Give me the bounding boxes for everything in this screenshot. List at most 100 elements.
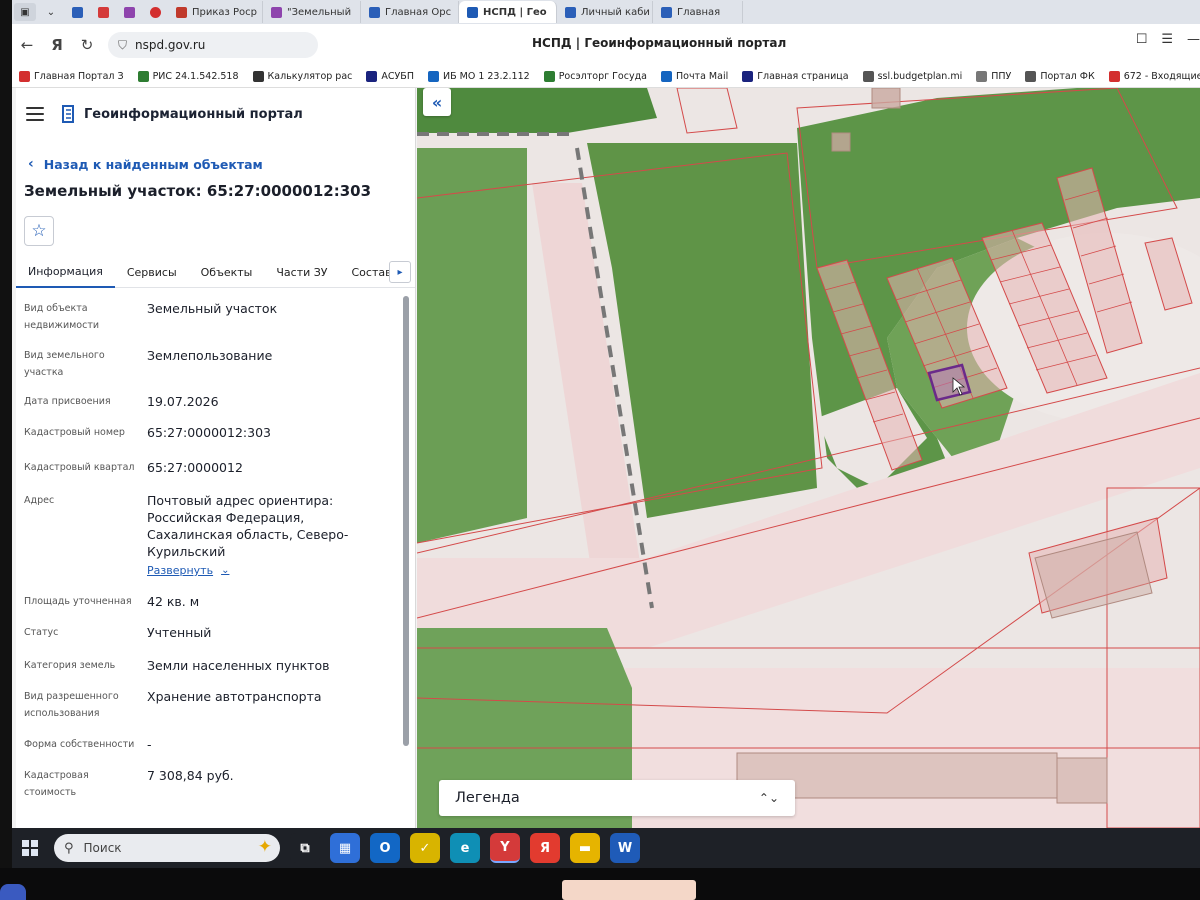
tasks-icon[interactable]: ✓ — [410, 833, 440, 863]
browser-tab[interactable]: Главная Орс — [361, 1, 459, 23]
search-icon: ⚲ — [64, 840, 74, 856]
hamburger-menu-icon[interactable] — [26, 107, 44, 121]
word-icon[interactable]: W — [610, 833, 640, 863]
bookmark-item[interactable]: РИС 24.1.542.518 — [131, 71, 246, 82]
bookmark-item[interactable]: ИБ МО 1 23.2.112 — [421, 71, 537, 82]
back-to-results-link[interactable]: ‹ Назад к найденным объектам — [28, 156, 415, 172]
bookmark-item[interactable]: Росэлторг Госуда — [537, 71, 654, 82]
tab-label: Главная Орс — [385, 6, 452, 18]
bookmark-label: 672 - Входящие — [1123, 71, 1200, 82]
reload-icon[interactable]: ↻ — [72, 30, 102, 60]
portal-header: Геоинформационный портал — [16, 88, 415, 140]
bookmark-item[interactable]: Главная Портал З — [12, 71, 131, 82]
pinned-tab-1[interactable] — [66, 3, 88, 21]
task-view-icon[interactable]: ⧉ — [290, 833, 320, 863]
browser-tab-active[interactable]: НСПД | Гео✕ — [459, 1, 557, 23]
bookmark-label: Почта Mail — [675, 71, 729, 82]
attribute-row: Статус Учтенный — [16, 624, 415, 641]
bookmark-icon[interactable]: ☐ — [1136, 32, 1148, 47]
windows-taskbar: ⚲ Поиск ✦ ⧉ ▦ O ✓ e Y Я ▬ W — [12, 828, 1200, 868]
tabs-next-button[interactable]: ▸ — [389, 261, 411, 283]
attribute-row: Кадастровая стоимость 7 308,84 руб. — [16, 767, 415, 801]
window-controls: ☐ ☰ — — [1136, 32, 1200, 47]
tab-services[interactable]: Сервисы — [115, 258, 189, 288]
shield-icon: ⛉ — [118, 37, 128, 52]
yandex-home-icon[interactable]: Я — [42, 30, 72, 60]
edge-icon[interactable]: e — [450, 833, 480, 863]
attribute-value: 19.07.2026 — [147, 394, 219, 409]
chevron-updown-icon: ⌃⌄ — [758, 791, 779, 805]
bookmark-favicon-icon — [1108, 71, 1120, 82]
bookmark-favicon-icon — [660, 71, 672, 82]
browser-tab-strip: ▣ ⌄ Приказ Роср "Земельный Главная Орс Н… — [12, 0, 1200, 24]
explorer-icon[interactable]: ▬ — [570, 833, 600, 863]
monitor-sticker — [562, 880, 696, 900]
browser-tab[interactable]: Приказ Роср — [168, 1, 263, 23]
attribute-row: Дата присвоения 19.07.2026 — [16, 393, 415, 410]
tab-favicon-icon — [467, 6, 478, 18]
bookmark-item[interactable]: ППУ — [969, 71, 1018, 82]
outlook-icon[interactable]: O — [370, 833, 400, 863]
bookmark-item[interactable]: Главная страница — [735, 71, 855, 82]
browser-tab[interactable]: "Земельный — [263, 1, 361, 23]
bookmark-item[interactable]: Портал ФК — [1018, 71, 1101, 82]
page-title: НСПД | Геоинформационный портал — [532, 36, 787, 50]
menu-icon[interactable]: ☰ — [1161, 32, 1173, 47]
tab-objects[interactable]: Объекты — [189, 258, 265, 288]
taskbar-search[interactable]: ⚲ Поиск ✦ — [54, 834, 280, 862]
pinned-tab-4[interactable] — [144, 3, 166, 21]
tab-menu-icon[interactable]: ⌄ — [40, 3, 62, 21]
tab-list-button[interactable]: ▣ — [14, 3, 36, 21]
attribute-value: 42 кв. м — [147, 594, 200, 609]
tab-information[interactable]: Информация — [16, 258, 115, 288]
object-title: Земельный участок: 65:27:0000012:303 — [24, 182, 371, 200]
attribute-label: Кадастровый номер — [24, 427, 125, 438]
legend-dropdown[interactable]: Легенда ⌃⌄ — [439, 780, 795, 816]
yandex-browser-icon[interactable]: Y — [490, 833, 520, 863]
map-canvas[interactable] — [417, 88, 1200, 828]
attribute-row: Категория земель Земли населенных пункто… — [16, 657, 415, 674]
monitor: ▣ ⌄ Приказ Роср "Земельный Главная Орс Н… — [0, 0, 1200, 900]
info-tabs: Информация Сервисы Объекты Части ЗУ Сост… — [16, 258, 415, 288]
tab-parts[interactable]: Части ЗУ — [264, 258, 339, 288]
bookmark-item[interactable]: ssl.budgetplan.mi — [856, 71, 970, 82]
minimize-icon[interactable]: — — [1187, 32, 1200, 47]
yandex-icon[interactable]: Я — [530, 833, 560, 863]
attribute-label: Кадастровый квартал — [24, 462, 135, 473]
expand-address-link[interactable]: Развернуть ⌄ — [147, 562, 392, 579]
browser-tab[interactable]: Главная — [653, 1, 743, 23]
pinned-tab-3[interactable] — [118, 3, 140, 21]
bookmark-label: Главная Портал З — [34, 71, 124, 82]
bookmark-item[interactable]: Калькулятор рас — [246, 71, 360, 82]
panel-scroll-thumb[interactable] — [403, 296, 409, 746]
attribute-row: Вид разрешенного использования Хранение … — [16, 688, 415, 722]
back-arrow-icon[interactable]: ← — [12, 30, 42, 60]
attribute-label: Вид объекта недвижимости — [24, 303, 100, 331]
bookmark-label: Главная страница — [757, 71, 849, 82]
bookmark-favicon-icon — [543, 71, 555, 82]
address-bar-row: ← Я ↻ ⛉ nspd.gov.ru НСПД | Геоинформацион… — [12, 24, 1200, 66]
url-field[interactable]: ⛉ nspd.gov.ru — [108, 32, 318, 58]
bookmark-item[interactable]: Почта Mail — [654, 71, 735, 82]
start-button[interactable] — [12, 830, 48, 866]
pinned-tab-2[interactable] — [92, 3, 114, 21]
attribute-value: Землепользование — [147, 348, 273, 363]
favorite-star-button[interactable]: ☆ — [24, 216, 54, 246]
collapse-panel-button[interactable]: « — [423, 88, 451, 116]
bookmark-item[interactable]: 672 - Входящие — [1102, 71, 1200, 82]
windows-logo-icon — [22, 840, 38, 856]
bookmark-label: ssl.budgetplan.mi — [877, 71, 963, 82]
expand-label: Развернуть — [147, 564, 214, 577]
store-icon[interactable]: ▦ — [330, 833, 360, 863]
bookmark-item[interactable]: АСУБП — [359, 71, 421, 82]
panel-scrollbar[interactable] — [403, 296, 409, 746]
browser-tab[interactable]: Личный каби — [557, 1, 653, 23]
star-icon: ☆ — [31, 221, 47, 241]
chevron-right-icon: ▸ — [397, 266, 403, 278]
tab-favicon-icon — [661, 6, 672, 18]
cadastral-map[interactable]: « Легенда ⌃⌄ — [417, 88, 1200, 828]
bookmark-favicon-icon — [137, 71, 149, 82]
attribute-row: Форма собственности - — [16, 736, 415, 753]
attribute-label: Статус — [24, 627, 59, 638]
attribute-label: Кадастровая стоимость — [24, 770, 89, 798]
